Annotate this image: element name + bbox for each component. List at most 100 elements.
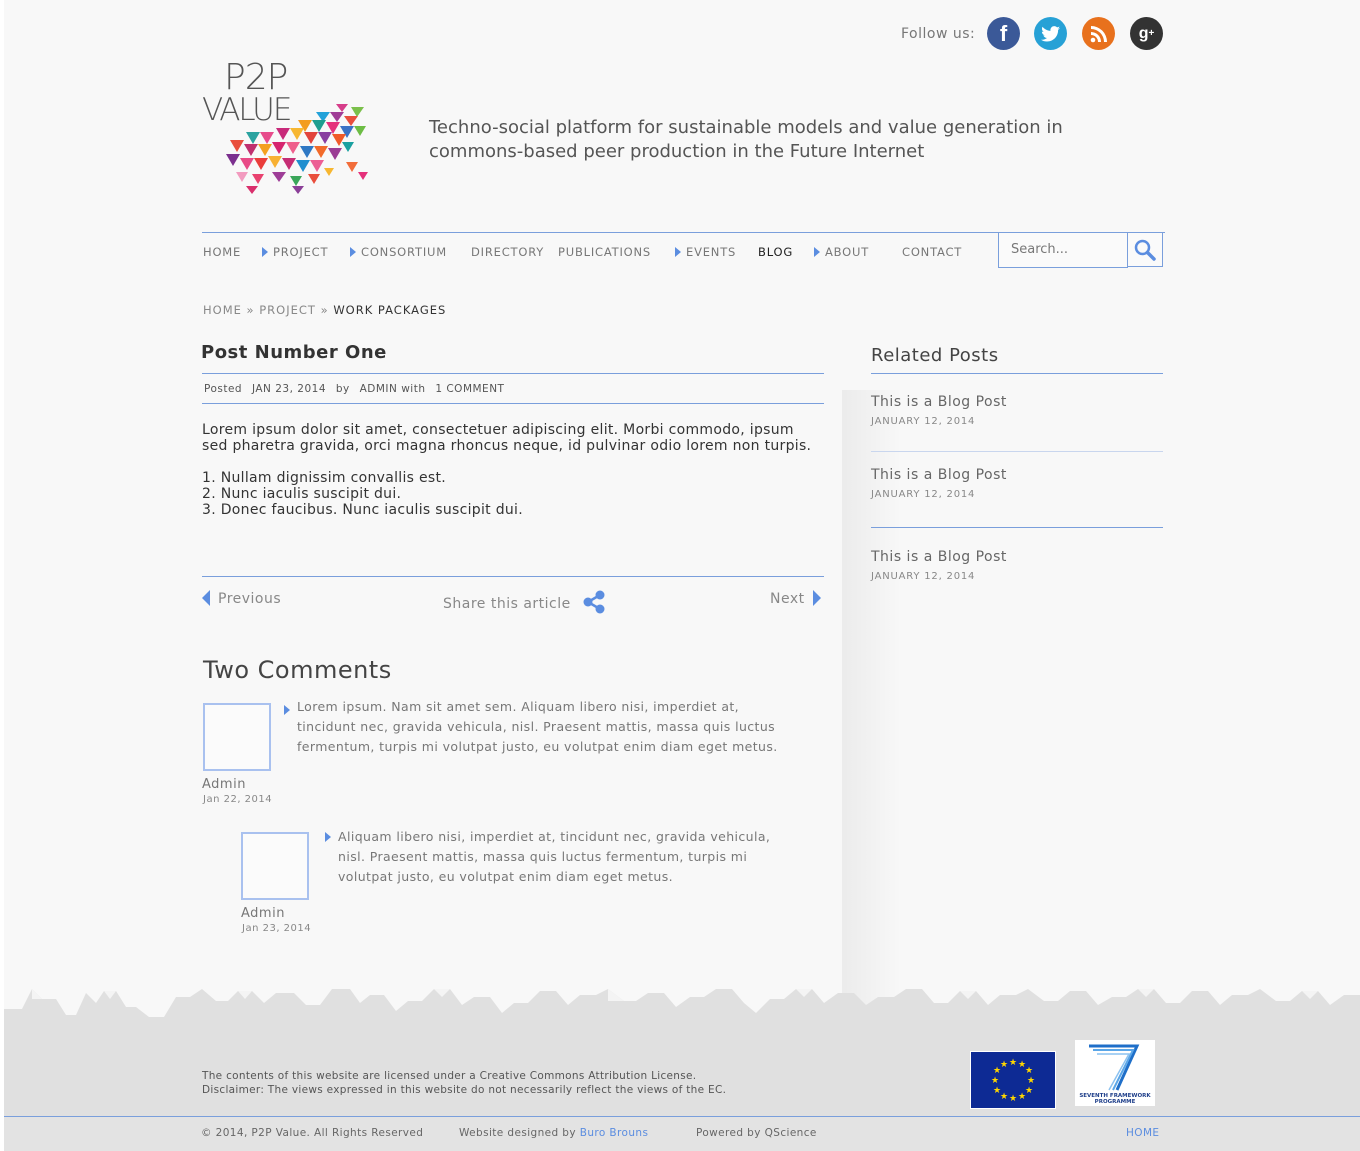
search-box [998,233,1128,268]
nav-about[interactable]: ABOUT [814,245,869,259]
nav-publications[interactable]: PUBLICATIONS [558,245,651,259]
nav-about-label: ABOUT [825,245,870,259]
comment-date: Jan 23, 2014 [242,923,312,934]
svg-text:★: ★ [1000,1092,1008,1102]
fp7-label-2: PROGRAMME [1095,1099,1136,1105]
avatar [241,832,309,900]
divider [202,403,824,404]
svg-text:★: ★ [1027,1076,1035,1086]
footer-home-link[interactable]: HOME [1126,1127,1159,1139]
next-link[interactable]: Next [770,590,821,607]
share-label: Share this article [443,596,571,612]
meta-posted-label: Posted [204,383,243,395]
svg-text:★: ★ [1000,1060,1008,1070]
related-post-link[interactable]: This is a Blog Post [871,467,1007,483]
powered-by: Powered by QScience [696,1127,817,1139]
list-item: 1. Nullam dignissim convallis est. [202,470,447,486]
footer-skyline [4,989,1360,1117]
nav-project-label: PROJECT [273,245,329,259]
license-line-2: Disclaimer: The views expressed in this … [202,1084,727,1096]
meta-author-link[interactable]: ADMIN [360,383,398,395]
submenu-arrow-icon [814,247,820,257]
avatar [203,703,271,771]
nav-publications-label: PUBLICATIONS [558,245,652,259]
eu-stars-icon: ★ ★★★ ★★★★ ★★★★ [991,1058,1035,1104]
svg-text:★: ★ [1025,1066,1033,1076]
nav-blog[interactable]: BLOG [758,245,793,259]
fp7-logo: SEVENTH FRAMEWORK PROGRAMME [1075,1040,1155,1106]
nav-home[interactable]: HOME [203,245,241,259]
comment-pointer-icon [325,832,331,842]
nav-directory-label: DIRECTORY [471,245,545,259]
page: Follow us: f g + P2P VALUE Techno-social… [4,0,1360,1151]
meta-by-label: by [335,383,350,395]
svg-text:★: ★ [1009,1058,1017,1068]
svg-text:★: ★ [1018,1092,1026,1102]
comment-author: Admin [241,906,285,921]
rss-icon[interactable] [1082,17,1115,50]
twitter-icon[interactable] [1034,17,1067,50]
breadcrumb-current: WORK PACKAGES [333,303,447,317]
nav-consortium[interactable]: CONSORTIUM [350,245,447,259]
divider [871,451,1163,452]
nav-consortium-label: CONSORTIUM [361,245,447,259]
designed-by-label: Website designed by [459,1127,576,1139]
google-plus-icon[interactable]: g + [1130,17,1163,50]
search-input[interactable] [1011,242,1121,257]
meta-with-label: with [401,383,426,395]
nav-contact[interactable]: CONTACT [902,245,962,259]
logo-mosaic-icon [226,104,368,194]
related-posts-title: Related Posts [871,345,999,366]
search-button[interactable] [1127,233,1163,267]
related-post-link[interactable]: This is a Blog Post [871,549,1007,565]
nav-directory[interactable]: DIRECTORY [471,245,544,259]
related-post-date: JANUARY 12, 2014 [871,489,976,500]
fp7-seven-icon: SEVENTH FRAMEWORK PROGRAMME [1079,1044,1151,1105]
post-paragraph: Lorem ipsum dolor sit amet, consectetuer… [202,422,812,454]
divider [202,576,824,577]
divider [871,373,1163,374]
designed-by: Website designed by Buro Brouns [459,1127,648,1139]
meta-comments-link[interactable]: 1 COMMENT [435,383,504,395]
breadcrumb-separator: » [320,303,329,317]
post-title: Post Number One [201,342,387,363]
svg-text:★: ★ [1025,1086,1033,1096]
post-meta: Posted JAN 23, 2014 by ADMIN with 1 COMM… [204,383,504,395]
related-post-link[interactable]: This is a Blog Post [871,394,1007,410]
share-article-button[interactable]: Share this article [443,590,606,614]
nav-events[interactable]: EVENTS [675,245,736,259]
list-item: 3. Donec faucibus. Nunc iaculis suscipit… [202,502,524,518]
facebook-icon[interactable]: f [987,17,1020,50]
related-post-date: JANUARY 12, 2014 [871,571,976,582]
nav-blog-label: BLOG [758,245,794,259]
nav-project[interactable]: PROJECT [262,245,328,259]
divider [871,527,1163,528]
divider [202,373,824,374]
previous-link[interactable]: Previous [202,590,281,607]
breadcrumb: HOME » PROJECT » WORK PACKAGES [203,303,446,317]
comment-author: Admin [202,777,246,792]
post-body: Lorem ipsum dolor sit amet, consectetuer… [202,422,822,518]
submenu-arrow-icon [350,247,356,257]
meta-date: JAN 23, 2014 [251,383,326,395]
related-post-date: JANUARY 12, 2014 [871,416,976,427]
breadcrumb-separator: » [246,303,255,317]
nav-home-label: HOME [203,245,242,259]
main-nav: HOME PROJECT CONSORTIUM DIRECTORY PUBLIC… [202,232,1165,268]
previous-label: Previous [218,591,282,607]
tagline-line-1: Techno-social platform for sustainable m… [429,117,1063,138]
submenu-arrow-icon [675,247,681,257]
comment-date: Jan 22, 2014 [203,794,273,805]
magnifier-icon [1134,239,1156,261]
arrow-right-icon [812,590,821,606]
comments-title: Two Comments [203,656,392,684]
tagline: Techno-social platform for sustainable m… [429,116,1129,164]
license-line-1: The contents of this website are license… [202,1070,697,1082]
designer-link[interactable]: Buro Brouns [580,1127,649,1139]
logo-text-p2p: P2P [224,57,288,98]
svg-text:★: ★ [993,1086,1001,1096]
svg-text:★: ★ [1009,1094,1017,1104]
submenu-arrow-icon [262,247,268,257]
breadcrumb-home[interactable]: HOME [203,303,242,317]
breadcrumb-project[interactable]: PROJECT [259,303,316,317]
